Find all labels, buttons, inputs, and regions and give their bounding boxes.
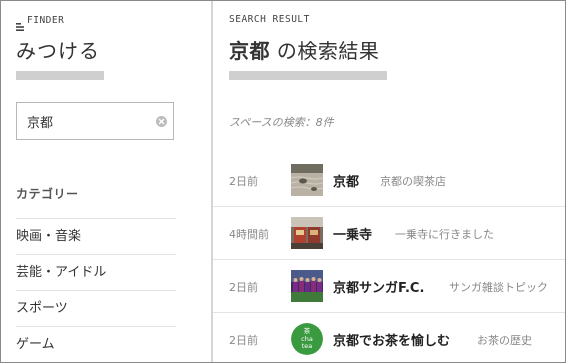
result-row[interactable]: 4時間前 一乗寺 一乗寺に行きました — [213, 207, 565, 260]
result-name: 京都でお茶を愉しむ — [333, 334, 451, 349]
main-content: SEARCH RESULT 京都 の検索結果 スペースの検索：8件 2日前 京都… — [213, 1, 565, 362]
result-time: 2日前 — [229, 175, 258, 188]
search-input[interactable] — [27, 111, 147, 131]
brand-label: FINDER — [27, 14, 65, 26]
page-title: 京都 の検索結果 — [229, 35, 379, 64]
storefront-thumbnail — [291, 217, 323, 249]
result-eyebrow: SEARCH RESULT — [229, 14, 310, 25]
app-title: みつける — [16, 39, 100, 63]
result-description: 一乗寺に行きました — [395, 228, 494, 241]
tea-logo-line: tea — [301, 342, 313, 350]
soccer-team-thumbnail — [291, 270, 323, 302]
category-item-sports[interactable]: スポーツ — [16, 290, 176, 326]
search-box — [16, 102, 174, 140]
result-count: スペースの検索：8件 — [229, 116, 334, 129]
sidebar: FINDER みつける カテゴリー 映画・音楽 芸能・アイドル スポーツ ゲーム — [1, 1, 211, 362]
result-time: 2日前 — [229, 334, 258, 347]
tea-logo-thumbnail: 茶 cha tea — [291, 323, 323, 355]
finder-window: FINDER みつける カテゴリー 映画・音楽 芸能・アイドル スポーツ ゲーム… — [0, 0, 566, 363]
result-time: 2日前 — [229, 281, 258, 294]
brand: FINDER — [16, 14, 65, 31]
result-time: 4時間前 — [229, 228, 269, 241]
clear-icon[interactable] — [156, 116, 167, 127]
result-name: 京都 — [333, 175, 360, 190]
result-name: 一乗寺 — [333, 228, 373, 243]
tea-logo: 茶 cha tea — [291, 323, 323, 355]
title-suffix: の検索結果 — [270, 39, 380, 63]
search-keyword: 京都 — [229, 39, 270, 63]
subtitle-placeholder-bar — [16, 71, 104, 80]
category-item-entertainment-idol[interactable]: 芸能・アイドル — [16, 254, 176, 290]
category-heading: カテゴリー — [16, 187, 79, 201]
result-name: 京都サンガF.C. — [333, 281, 425, 296]
result-row[interactable]: 2日前 茶 cha tea 京都でお茶を愉しむ お茶の歴史 — [213, 313, 565, 362]
title-placeholder-bar — [229, 71, 387, 80]
result-row[interactable]: 2日前 京都サンガF.C. サンガ雑談トピック — [213, 260, 565, 313]
rock-garden-thumbnail — [291, 164, 323, 196]
result-row[interactable]: 2日前 京都 京都の喫茶店 — [213, 154, 565, 207]
result-list: 2日前 京都 京都の喫茶店 4時間前 一乗寺 一乗寺に行きました 2日前 京都サ… — [213, 154, 565, 362]
result-description: サンガ雑談トピック — [449, 281, 548, 294]
category-item-movie-music[interactable]: 映画・音楽 — [16, 218, 176, 254]
result-description: お茶の歴史 — [477, 334, 532, 347]
category-list: 映画・音楽 芸能・アイドル スポーツ ゲーム — [16, 218, 176, 362]
menu-lines-icon — [16, 16, 24, 31]
result-description: 京都の喫茶店 — [380, 175, 446, 188]
category-item-game[interactable]: ゲーム — [16, 326, 176, 362]
